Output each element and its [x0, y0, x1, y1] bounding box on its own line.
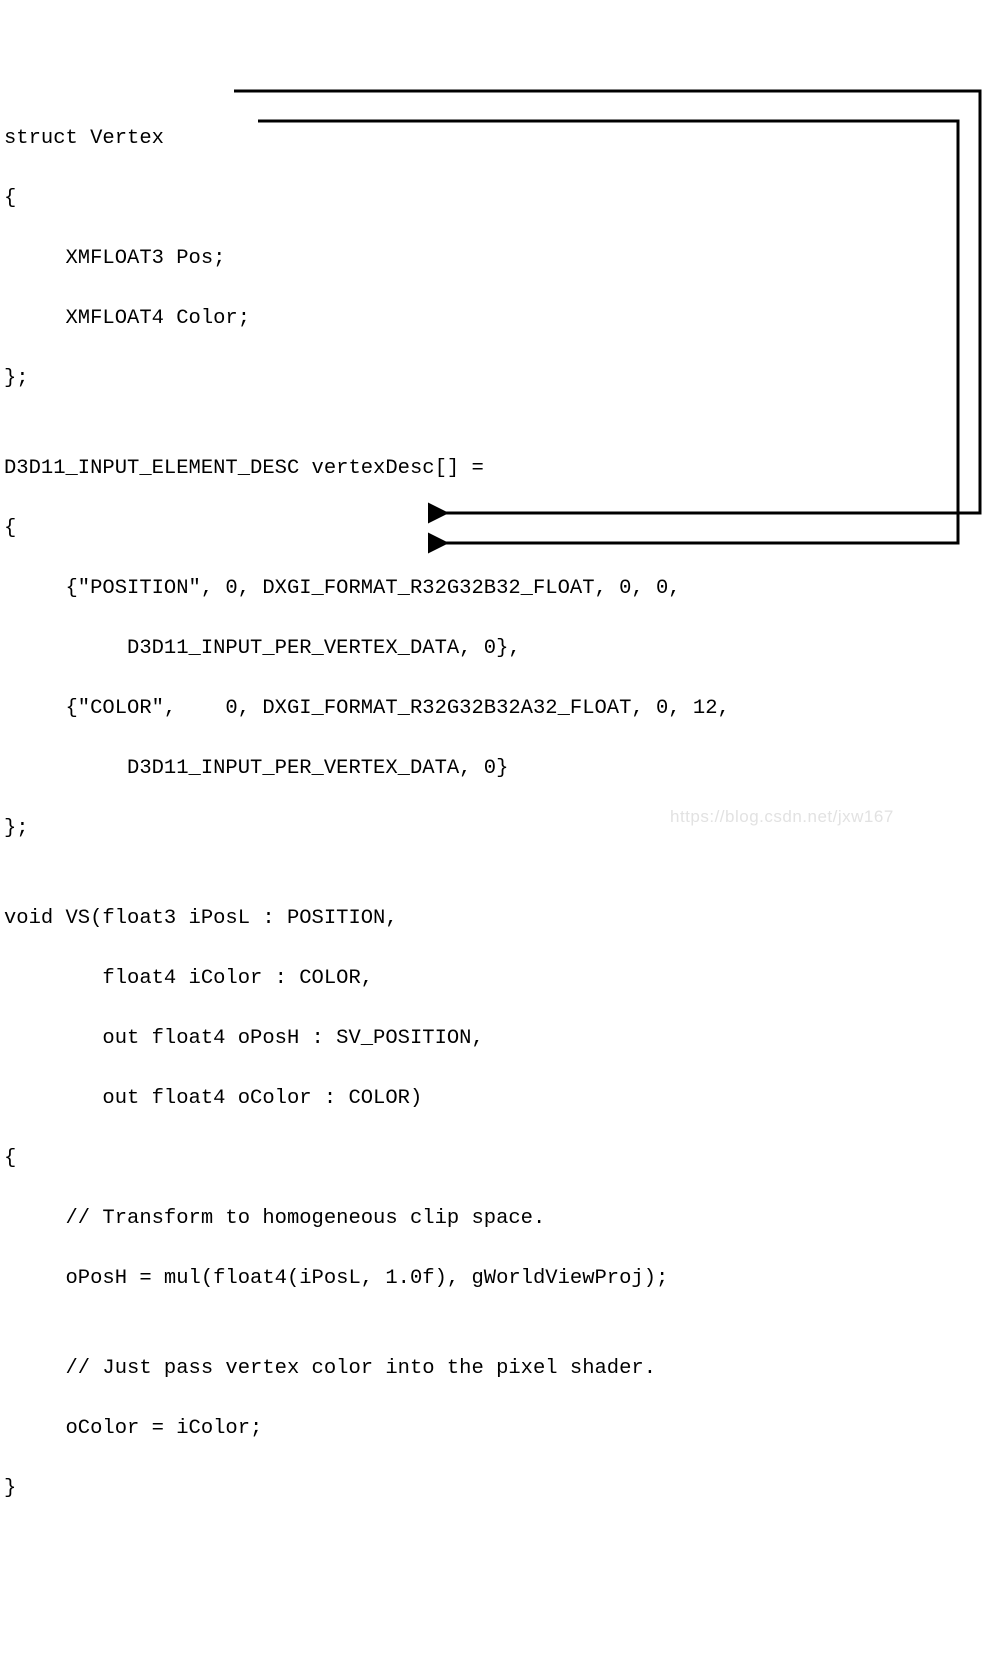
code-line-vs-signature-ocolor: out float4 oColor : COLOR) — [4, 1084, 991, 1114]
code-line-pos-desc-cont: D3D11_INPUT_PER_VERTEX_DATA, 0}, — [4, 634, 991, 664]
code-line-color-desc-cont: D3D11_INPUT_PER_VERTEX_DATA, 0} — [4, 754, 991, 784]
code-line-color-desc: {"COLOR", 0, DXGI_FORMAT_R32G32B32A32_FL… — [4, 694, 991, 724]
code-line-comment-pass: // Just pass vertex color into the pixel… — [4, 1354, 991, 1384]
code-line-input-desc-decl: D3D11_INPUT_ELEMENT_DESC vertexDesc[] = — [4, 454, 991, 484]
watermark-text: https://blog.csdn.net/jxw167 — [670, 802, 894, 832]
code-line-pos-desc: {"POSITION", 0, DXGI_FORMAT_R32G32B32_FL… — [4, 574, 991, 604]
code-line-vs-signature-oposh: out float4 oPosH : SV_POSITION, — [4, 1024, 991, 1054]
code-line-brace-open1: { — [4, 184, 991, 214]
code-line-brace-close3: } — [4, 1474, 991, 1504]
code-line-brace-close1: }; — [4, 364, 991, 394]
code-line-xmfloat3-pos: XMFLOAT3 Pos; — [4, 244, 991, 274]
arrow-pos-to-position — [234, 91, 980, 513]
code-line-assign-color: oColor = iColor; — [4, 1414, 991, 1444]
code-line-struct: struct Vertex — [4, 124, 991, 154]
code-line-brace-open2: { — [4, 514, 991, 544]
code-line-brace-open3: { — [4, 1144, 991, 1174]
code-line-comment-transform: // Transform to homogeneous clip space. — [4, 1204, 991, 1234]
code-line-vs-signature-pos: void VS(float3 iPosL : POSITION, — [4, 904, 991, 934]
code-line-vs-signature-color: float4 iColor : COLOR, — [4, 964, 991, 994]
code-line-mul: oPosH = mul(float4(iPosL, 1.0f), gWorldV… — [4, 1264, 991, 1294]
code-line-xmfloat4-color: XMFLOAT4 Color; — [4, 304, 991, 334]
